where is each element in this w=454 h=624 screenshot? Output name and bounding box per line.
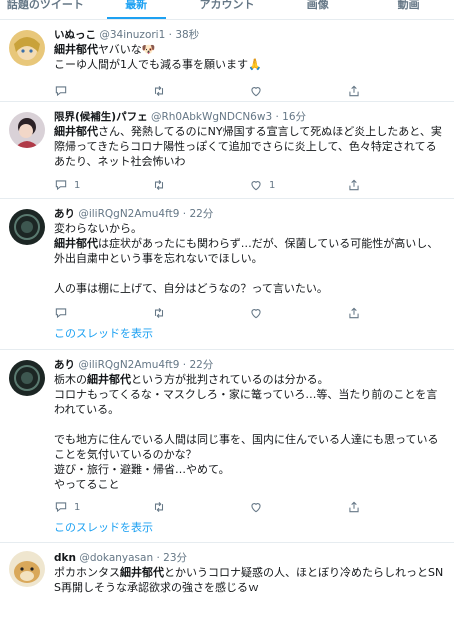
highlight-keyword: 細井郁代 (54, 237, 98, 250)
user-handle[interactable]: @Rh0AbkWgNDCN6w3 (151, 111, 272, 123)
share-button[interactable] (347, 84, 445, 98)
tweet-text-fragment: ヤバいな🐶 (98, 43, 156, 56)
reply-icon (55, 180, 67, 191)
tweet-item[interactable]: あり @iliRQgN2Amu4ft9 · 22分 栃木の細井郁代という方が批判… (0, 350, 454, 543)
tweet-actions (54, 80, 444, 102)
like-icon (251, 309, 261, 319)
like-button[interactable] (249, 84, 347, 98)
display-name[interactable]: あり (54, 359, 75, 371)
tweet-feed: いぬっこ @34inuzori1 · 38秒 細井郁代ヤバいな🐶 こーゆ人間が1… (0, 20, 454, 618)
tweet-text-line: こーゆ人間が1人でも減る事を願います🙏 (54, 58, 262, 71)
share-icon (348, 307, 359, 319)
user-handle[interactable]: @34inuzori1 (99, 29, 165, 41)
tweet-text: 変わらないから。 細井郁代は症状があったにも関わらず…だが、保菌している可能性が… (54, 221, 444, 296)
timestamp[interactable]: · 22分 (183, 208, 214, 220)
tweet-item[interactable]: いぬっこ @34inuzori1 · 38秒 細井郁代ヤバいな🐶 こーゆ人間が1… (0, 20, 454, 102)
show-thread-link[interactable]: このスレッドを表示 (54, 518, 444, 544)
share-icon (348, 179, 359, 191)
reply-button[interactable]: 1 (54, 500, 152, 514)
tab-videos[interactable]: 動画 (363, 0, 454, 19)
display-name[interactable]: いぬっこ (54, 29, 96, 41)
tweet-text-fragment: ポカホンタス (54, 566, 120, 579)
like-button[interactable] (249, 500, 347, 514)
tab-images[interactable]: 画像 (272, 0, 363, 19)
share-icon (348, 501, 359, 513)
tweet-actions (54, 302, 444, 324)
tweet-text: 細井郁代ヤバいな🐶 こーゆ人間が1人でも減る事を願います🙏 (54, 42, 444, 72)
avatar[interactable] (9, 209, 45, 245)
tweet-text: ポカホンタス細井郁代とかいうコロナ疑惑の人、ほとぼり冷めたらしれっとSNS再開し… (54, 565, 444, 595)
timestamp[interactable]: · 23分 (156, 552, 187, 564)
tweet-actions: 1 (54, 496, 444, 518)
timestamp[interactable]: · 38秒 (169, 29, 200, 41)
tweet-text-line: コロナもってくるな・マスクしろ・家に篭っていろ…等、当たり前のことを言われている… (54, 388, 438, 416)
tweet-text-line: 人の事は棚に上げて、自分はどうなの？って言いたい。 (54, 282, 328, 295)
tweet-text-line: 変わらないから。 (54, 222, 142, 235)
timestamp[interactable]: · 22分 (183, 359, 214, 371)
like-icon (251, 87, 261, 97)
tweet-text-line: やってること (54, 478, 120, 491)
timestamp[interactable]: · 16分 (275, 111, 306, 123)
tweet-item[interactable]: 限界(候補生)パフェ @Rh0AbkWgNDCN6w3 · 16分 細井郁代さん… (0, 102, 454, 199)
tweet-text: 細井郁代さん、発熱してるのにNY帰国する宣言して死ぬほど炎上したあと、実際帰って… (54, 124, 444, 169)
retweet-icon (154, 501, 163, 513)
retweet-button[interactable] (152, 306, 250, 320)
tweet-text: 栃木の細井郁代という方が批判されているのは分かる。 コロナもってくるな・マスクし… (54, 372, 444, 492)
retweet-button[interactable] (152, 84, 250, 98)
share-button[interactable] (347, 178, 445, 192)
user-handle[interactable]: @iliRQgN2Amu4ft9 (78, 359, 179, 371)
highlight-keyword: 細井郁代 (120, 566, 164, 579)
tab-latest[interactable]: 最新 (91, 0, 182, 19)
reply-icon (55, 86, 67, 97)
share-button[interactable] (347, 306, 445, 320)
like-button[interactable] (249, 306, 347, 320)
highlight-keyword: 細井郁代 (87, 373, 131, 386)
avatar[interactable] (9, 551, 45, 587)
tab-top[interactable]: 話題のツイート (0, 0, 91, 19)
tweet-text-fragment: という方が批判されているのは分かる。 (131, 373, 329, 386)
share-button[interactable] (347, 500, 445, 514)
tweet-item[interactable]: あり @iliRQgN2Amu4ft9 · 22分 変わらないから。 細井郁代は… (0, 199, 454, 350)
user-handle[interactable]: @dokanyasan (79, 552, 153, 564)
share-icon (348, 85, 359, 97)
reply-button[interactable] (54, 84, 152, 98)
highlight-keyword: 細井郁代 (54, 125, 98, 138)
tweet-actions: 1 1 (54, 174, 444, 196)
reply-icon (55, 502, 67, 513)
retweet-button[interactable] (152, 500, 250, 514)
display-name[interactable]: あり (54, 208, 75, 220)
avatar[interactable] (9, 112, 45, 148)
avatar[interactable] (9, 30, 45, 66)
retweet-icon (154, 179, 163, 191)
user-handle[interactable]: @iliRQgN2Amu4ft9 (78, 208, 179, 220)
retweet-button[interactable] (152, 178, 250, 192)
tweet-text-fragment: 栃木の (54, 373, 87, 386)
tweet-item[interactable]: dkn @dokanyasan · 23分 ポカホンタス細井郁代とかいうコロナ疑… (0, 543, 454, 618)
display-name[interactable]: dkn (54, 552, 76, 564)
tab-accounts[interactable]: アカウント (182, 0, 273, 19)
reply-button[interactable] (54, 306, 152, 320)
like-icon (251, 181, 261, 191)
tweet-text-fragment: さん、発熱してるのにNY帰国する宣言して死ぬほど炎上したあと、実際帰ってきたらコ… (54, 125, 442, 168)
like-icon (251, 503, 261, 513)
like-button[interactable]: 1 (249, 178, 347, 192)
search-tabs: 話題のツイート 最新 アカウント 画像 動画 (0, 0, 454, 20)
tweet-text-line: 遊び・旅行・避難・帰省…やめて。 (54, 463, 230, 476)
highlight-keyword: 細井郁代 (54, 43, 98, 56)
retweet-icon (154, 85, 163, 97)
reply-button[interactable]: 1 (54, 178, 152, 192)
tweet-text-fragment: は症状があったにも関わらず…だが、保菌している可能性が高いし、外出自粛中という事… (54, 237, 439, 265)
reply-icon (55, 308, 67, 319)
retweet-icon (154, 307, 163, 319)
show-thread-link[interactable]: このスレッドを表示 (54, 324, 444, 350)
tweet-text-line: でも地方に住んでいる人間は同じ事を、国内に住んでいる人達にも思っていることを気付… (54, 433, 439, 461)
avatar[interactable] (9, 360, 45, 396)
display-name[interactable]: 限界(候補生)パフェ (54, 111, 148, 123)
